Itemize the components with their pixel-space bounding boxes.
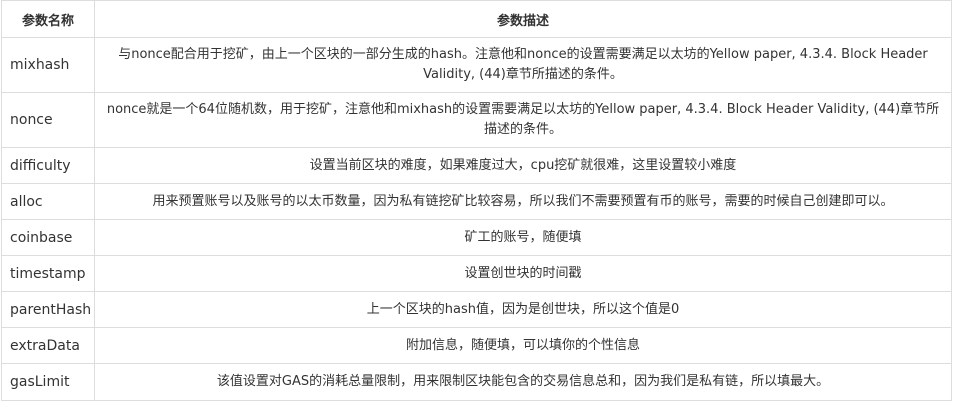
param-name: nonce bbox=[1, 92, 95, 148]
param-desc: 与nonce配合用于挖矿，由上一个区块的一部分生成的hash。注意他和nonce… bbox=[94, 37, 952, 93]
table-row: coinbase 矿工的账号，随便填 bbox=[1, 219, 952, 256]
param-desc: 设置创世块的时间戳 bbox=[94, 255, 952, 292]
param-name: extraData bbox=[1, 327, 95, 364]
param-name: mixhash bbox=[1, 37, 95, 93]
table-header-row: 参数名称 参数描述 bbox=[1, 0, 952, 38]
param-desc: 设置当前区块的难度，如果难度过大，cpu挖矿就很难，这里设置较小难度 bbox=[94, 147, 952, 184]
param-name: coinbase bbox=[1, 219, 95, 256]
param-desc: 矿工的账号，随便填 bbox=[94, 219, 952, 256]
table-row: gasLimit 该值设置对GAS的消耗总量限制，用来限制区块能包含的交易信息总… bbox=[1, 363, 952, 401]
table-row: parentHash 上一个区块的hash值，因为是创世块，所以这个值是0 bbox=[1, 291, 952, 328]
param-name: alloc bbox=[1, 183, 95, 220]
param-desc: 该值设置对GAS的消耗总量限制，用来限制区块能包含的交易信息总和，因为我们是私有… bbox=[94, 363, 952, 401]
param-desc: 上一个区块的hash值，因为是创世块，所以这个值是0 bbox=[94, 291, 952, 328]
param-desc: nonce就是一个64位随机数，用于挖矿，注意他和mixhash的设置需要满足以… bbox=[94, 92, 952, 148]
header-param-desc: 参数描述 bbox=[94, 0, 952, 38]
table-row: mixhash 与nonce配合用于挖矿，由上一个区块的一部分生成的hash。注… bbox=[1, 37, 952, 93]
param-desc: 用来预置账号以及账号的以太币数量，因为私有链挖矿比较容易，所以我们不需要预置有币… bbox=[94, 183, 952, 220]
table-row: nonce nonce就是一个64位随机数，用于挖矿，注意他和mixhash的设… bbox=[1, 92, 952, 148]
param-name: parentHash bbox=[1, 291, 95, 328]
param-name: timestamp bbox=[1, 255, 95, 292]
table-row: extraData 附加信息，随便填，可以填你的个性信息 bbox=[1, 327, 952, 364]
table-row: timestamp 设置创世块的时间戳 bbox=[1, 255, 952, 292]
parameter-table: 参数名称 参数描述 mixhash 与nonce配合用于挖矿，由上一个区块的一部… bbox=[1, 0, 952, 401]
param-desc: 附加信息，随便填，可以填你的个性信息 bbox=[94, 327, 952, 364]
table-row: difficulty 设置当前区块的难度，如果难度过大，cpu挖矿就很难，这里设… bbox=[1, 147, 952, 184]
param-name: gasLimit bbox=[1, 363, 95, 401]
header-param-name: 参数名称 bbox=[1, 0, 95, 38]
param-name: difficulty bbox=[1, 147, 95, 184]
table-row: alloc 用来预置账号以及账号的以太币数量，因为私有链挖矿比较容易，所以我们不… bbox=[1, 183, 952, 220]
